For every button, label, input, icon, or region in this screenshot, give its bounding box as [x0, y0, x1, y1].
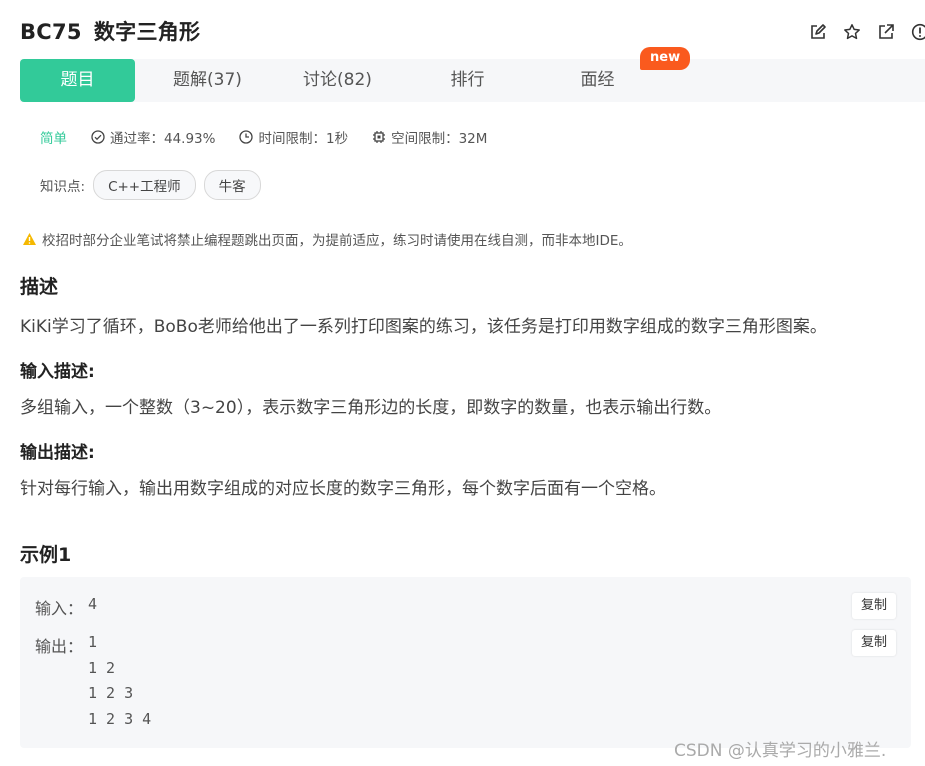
- description-text: KiKi学习了循环，BoBo老师给他出了一系列打印图案的练习，该任务是打印用数字…: [20, 317, 827, 337]
- star-icon[interactable]: [840, 20, 864, 44]
- example-block: 输入： 4 复制 输出： 1 1 2 1 2 3 1 2 3 4 复制: [20, 577, 911, 748]
- report-icon[interactable]: [908, 20, 925, 44]
- difficulty-label: 简单: [40, 131, 67, 147]
- tab-ranking[interactable]: 排行: [410, 59, 525, 102]
- problem-name: 数字三角形: [93, 20, 201, 44]
- problem-tabs: 题目 题解(37) 讨论(82) 排行 面经: [20, 59, 925, 102]
- tab-solutions[interactable]: 题解(37): [150, 59, 265, 102]
- tab-discussion[interactable]: 讨论(82): [280, 59, 395, 102]
- knowledge-label: 知识点:: [40, 179, 86, 195]
- example-input-value: 4: [88, 595, 98, 613]
- clock-icon: [239, 130, 254, 144]
- copy-output-button[interactable]: 复制: [852, 630, 896, 656]
- warning-notice: 校招时部分企业笔试将禁止编程题跳出页面，为提前适应，练习时请使用在线自测，而非本…: [22, 229, 632, 249]
- copy-input-button[interactable]: 复制: [852, 593, 896, 619]
- watermark: CSDN @认真学习的小雅兰.: [674, 741, 887, 761]
- chip-icon: [373, 131, 386, 143]
- new-badge: new: [640, 47, 691, 70]
- edit-icon[interactable]: [806, 20, 830, 44]
- space-limit: 空间限制：32M: [372, 127, 487, 147]
- example-output-label: 输出：: [35, 637, 84, 656]
- problem-meta: 简单 通过率：44.93% 时间限制：1秒 空间限制：32M: [40, 127, 511, 147]
- tab-interview[interactable]: 面经: [540, 59, 655, 102]
- problem-title: BC75 数字三角形: [20, 16, 200, 46]
- knowledge-points: 知识点: C++工程师 牛客: [40, 170, 261, 200]
- tag-nowcoder[interactable]: 牛客: [203, 170, 261, 200]
- tab-problem[interactable]: 题目: [20, 59, 135, 102]
- time-limit: 时间限制：1秒: [239, 127, 348, 147]
- share-icon[interactable]: [874, 20, 898, 44]
- output-desc-text: 针对每行输入，输出用数字组成的对应长度的数字三角形，每个数字后面有一个空格。: [20, 479, 666, 499]
- description-heading: 描述: [20, 276, 59, 298]
- problem-id: BC75: [20, 20, 82, 44]
- top-toolbar: [806, 20, 925, 44]
- check-circle-icon: [91, 130, 105, 144]
- example-input-label: 输入：: [35, 599, 84, 618]
- example-heading: 示例1: [20, 544, 72, 566]
- tag-cpp-engineer[interactable]: C++工程师: [93, 170, 196, 200]
- input-desc-heading: 输入描述:: [20, 362, 95, 382]
- input-desc-text: 多组输入，一个整数（3~20），表示数字三角形边的长度，即数字的数量，也表示输出…: [20, 398, 722, 418]
- warning-icon: [23, 233, 36, 245]
- pass-rate: 通过率：44.93%: [91, 127, 215, 147]
- example-output-value: 1 1 2 1 2 3 1 2 3 4: [88, 633, 152, 728]
- output-desc-heading: 输出描述:: [20, 443, 95, 463]
